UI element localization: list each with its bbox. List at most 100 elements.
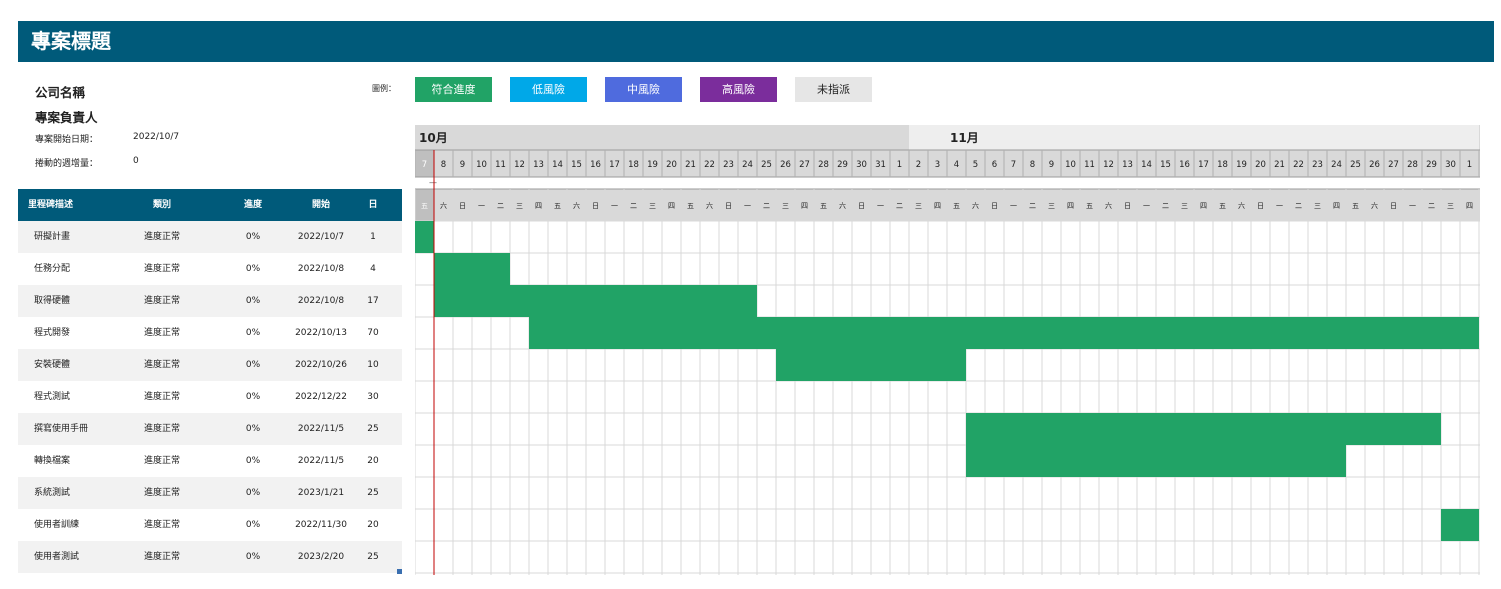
date-label: 11 (1084, 160, 1095, 170)
date-label: 25 (1350, 160, 1361, 170)
task-name: 轉換檔案 (34, 456, 71, 466)
date-label: 7 (422, 160, 427, 170)
date-label: 20 (1255, 160, 1266, 170)
weekday-label: 二 (497, 202, 504, 210)
task-progress: 0% (245, 552, 261, 562)
date-label: 30 (856, 160, 867, 170)
task-days: 17 (367, 296, 379, 306)
weekday-label: 六 (440, 201, 447, 210)
weekday-label: 日 (592, 202, 599, 210)
weekday-label: 五 (820, 202, 827, 210)
task-category: 進度正常 (143, 424, 180, 434)
weekday-label: 日 (858, 202, 865, 210)
week-increment-label: 捲動的週增量： (35, 159, 99, 169)
weekday-label: 五 (554, 202, 561, 210)
task-progress: 0% (245, 488, 261, 498)
task-row[interactable]: 程式開發 進度正常 0% 2022/10/13 70 (18, 317, 402, 349)
week-increment-row: 捲動的週增量： 0 (35, 156, 139, 169)
weekday-label: 五 (1352, 202, 1359, 210)
task-row[interactable]: 安裝硬體 進度正常 0% 2022/10/26 10 (18, 349, 402, 381)
task-name: 取得硬體 (34, 296, 71, 306)
month-label: 10月 (419, 131, 448, 145)
date-label: 2 (916, 160, 921, 170)
month-band-november (909, 125, 1479, 150)
gantt-chart: 10月 11月 —7 8 9 10 11 12 13 14 15 16 17 18 19 20 21 22 23 24… (415, 125, 1480, 575)
task-name: 系統測試 (34, 488, 71, 498)
weekday-label: 六 (573, 201, 580, 210)
task-start: 2022/10/7 (297, 232, 345, 242)
date-label: 28 (1407, 160, 1418, 170)
header-days: 日 (368, 200, 378, 210)
date-label: 17 (1198, 160, 1209, 170)
task-progress: 0% (245, 360, 261, 370)
task-bar (529, 317, 1479, 349)
week-increment-value[interactable]: 0 (133, 156, 139, 166)
weekday-label: 二 (896, 202, 903, 210)
weekday-label: 二 (763, 202, 770, 210)
task-start: 2022/11/5 (297, 424, 345, 434)
task-days: 25 (367, 488, 379, 498)
task-category: 進度正常 (143, 328, 180, 338)
weekday-label: 二 (1428, 202, 1435, 210)
start-date-value[interactable]: 2022/10/7 (133, 132, 179, 142)
weekday-label: 一 (1010, 202, 1017, 210)
weekday-label: 日 (1124, 202, 1131, 210)
task-progress: 0% (245, 264, 261, 274)
date-label: 18 (1217, 160, 1228, 170)
task-row[interactable]: 程式測試 進度正常 0% 2022/12/22 30 (18, 381, 402, 413)
weekday-label: 五 (421, 202, 428, 210)
weekday-label: 六 (1105, 201, 1112, 210)
task-progress: 0% (245, 296, 261, 306)
task-category: 進度正常 (143, 264, 180, 274)
legend-unassigned: 未指派 (795, 77, 872, 102)
weekday-label: 三 (649, 202, 656, 210)
task-days: 30 (367, 392, 379, 402)
weekday-label: 四 (668, 202, 675, 210)
date-label: 20 (666, 160, 677, 170)
task-name: 撰寫使用手冊 (34, 424, 89, 434)
task-row[interactable]: 轉換檔案 進度正常 0% 2022/11/5 20 (18, 445, 402, 477)
date-label: 21 (1274, 160, 1285, 170)
date-label: 27 (1388, 160, 1399, 170)
date-label: 10 (476, 160, 487, 170)
task-bar (415, 221, 434, 253)
date-label: 8 (441, 160, 446, 170)
task-name: 使用者測試 (34, 552, 80, 562)
task-category: 進度正常 (143, 520, 180, 530)
weekday-label: 五 (687, 202, 694, 210)
task-bar (434, 285, 757, 317)
task-row[interactable]: 撰寫使用手冊 進度正常 0% 2022/11/5 25 (18, 413, 402, 445)
date-label: 16 (590, 160, 601, 170)
weekday-label: 日 (1257, 202, 1264, 210)
date-label: 6 (992, 160, 997, 170)
date-label: 26 (780, 160, 791, 170)
task-category: 進度正常 (143, 456, 180, 466)
task-start: 2022/11/30 (295, 520, 347, 530)
weekday-label: 四 (1067, 202, 1074, 210)
task-row[interactable]: 取得硬體 進度正常 0% 2022/10/8 17 (18, 285, 402, 317)
weekday-label: 一 (611, 202, 618, 210)
task-row[interactable]: 系統測試 進度正常 0% 2023/1/21 25 (18, 477, 402, 509)
task-row[interactable]: 使用者測試 進度正常 0% 2023/2/20 25 (18, 541, 402, 573)
legend-on-track: 符合進度 (415, 77, 492, 102)
date-label: 24 (1331, 160, 1342, 170)
gantt-svg: 10月 11月—7 8 9 10 11 12 13 14 15 16 17 18 19 20 21 22 23 24… (415, 125, 1480, 575)
date-label: 27 (799, 160, 810, 170)
task-days: 20 (367, 456, 379, 466)
task-days: 10 (367, 360, 379, 370)
task-row[interactable]: 任務分配 進度正常 0% 2022/10/8 4 (18, 253, 402, 285)
task-category: 進度正常 (143, 488, 180, 498)
task-row[interactable]: 使用者訓練 進度正常 0% 2022/11/30 20 (18, 509, 402, 541)
date-label: 1 (897, 160, 902, 170)
date-label: 16 (1179, 160, 1190, 170)
task-row[interactable]: 研擬計畫 進度正常 0% 2022/10/7 1 (18, 221, 402, 253)
dash-marker: — (429, 178, 437, 187)
weekday-label: 五 (953, 202, 960, 210)
table-resize-handle[interactable] (397, 569, 402, 574)
date-label: 24 (742, 160, 753, 170)
date-label: 11 (495, 160, 506, 170)
task-bar (776, 349, 966, 381)
task-name: 使用者訓練 (34, 520, 80, 530)
date-label: 9 (460, 160, 465, 170)
date-label: 22 (704, 160, 715, 170)
